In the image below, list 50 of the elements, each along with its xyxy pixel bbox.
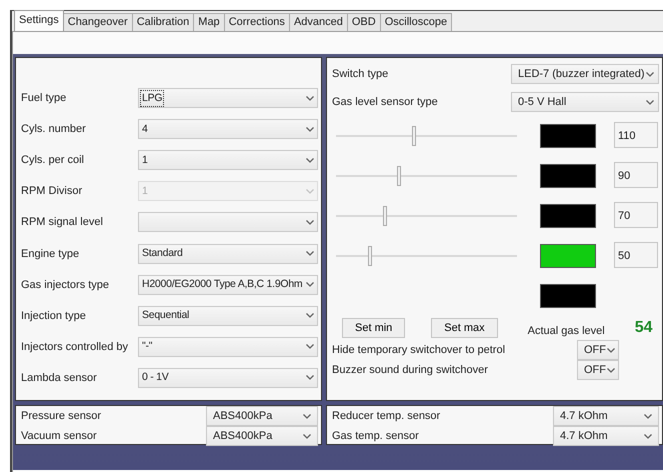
dropdown[interactable]: LPG [138,88,318,108]
set-button[interactable]: Set max [431,318,498,338]
field-label: Buzzer sound during switchover [332,364,488,376]
value-field[interactable]: 50 [614,242,658,268]
field-label: Hide temporary switchover to petrol [332,344,506,356]
dropdown[interactable]: H2000/EG2000 Type A,B,C 1.9Ohm [138,274,318,295]
set-button[interactable]: Set min [342,318,406,338]
dropdown[interactable]: Sequential [138,306,318,326]
dropdown[interactable]: Standard [138,244,318,264]
field-label: Vacuum sensor [21,430,97,442]
field-label: Cyls. per coil [21,154,84,166]
field-label: Fuel type [21,92,66,104]
dropdown[interactable]: LED-7 (buzzer integrated) [511,64,659,84]
field-label: Engine type [21,248,80,260]
gas-level-value: 54 [634,319,652,337]
tab[interactable]: Changeover [62,13,133,31]
dropdown[interactable]: 0-5 V Hall [511,92,659,112]
dropdown[interactable]: 1 [138,150,318,170]
tab[interactable]: Map [193,13,225,31]
field-label: Injection type [21,310,86,322]
tab[interactable]: Oscilloscope [380,13,452,31]
tab[interactable]: Advanced [288,13,348,31]
value-field[interactable]: 90 [614,162,658,188]
field-label: Pressure sensor [21,410,102,422]
dropdown[interactable]: 0 - 1V [138,368,318,388]
field-label: RPM signal level [21,216,103,228]
value-field[interactable]: 70 [614,202,658,228]
dropdown[interactable]: OFF [577,360,619,380]
field-label: Gas level sensor type [332,96,438,108]
dropdown[interactable]: OFF [577,340,619,360]
dropdown[interactable]: ABS400kPa [206,406,318,426]
field-label: Lambda sensor [21,372,97,384]
field-label: Switch type [332,68,388,80]
field-label: Reducer temp. sensor [332,410,440,422]
dropdown[interactable]: 4 [138,119,318,140]
tab[interactable]: OBD [346,13,381,31]
field-label: Gas temp. sensor [332,430,419,442]
tab[interactable]: Corrections [224,13,290,31]
dropdown[interactable]: 4.7 kOhm [553,406,659,426]
dropdown[interactable]: ABS400kPa [206,426,318,446]
tab[interactable]: Settings [14,10,64,31]
field-label: Injectors controlled by [21,340,128,353]
tab[interactable]: Calibration [132,13,194,31]
field-label: Cyls. number [21,123,86,136]
dropdown[interactable]: 4.7 kOhm [553,426,659,446]
value-field[interactable]: 110 [614,122,658,148]
field-label: Gas injectors type [21,278,110,291]
dropdown[interactable]: "-" [138,336,318,357]
field-label: Actual gas level [528,325,605,337]
field-label: RPM Divisor [21,185,82,198]
